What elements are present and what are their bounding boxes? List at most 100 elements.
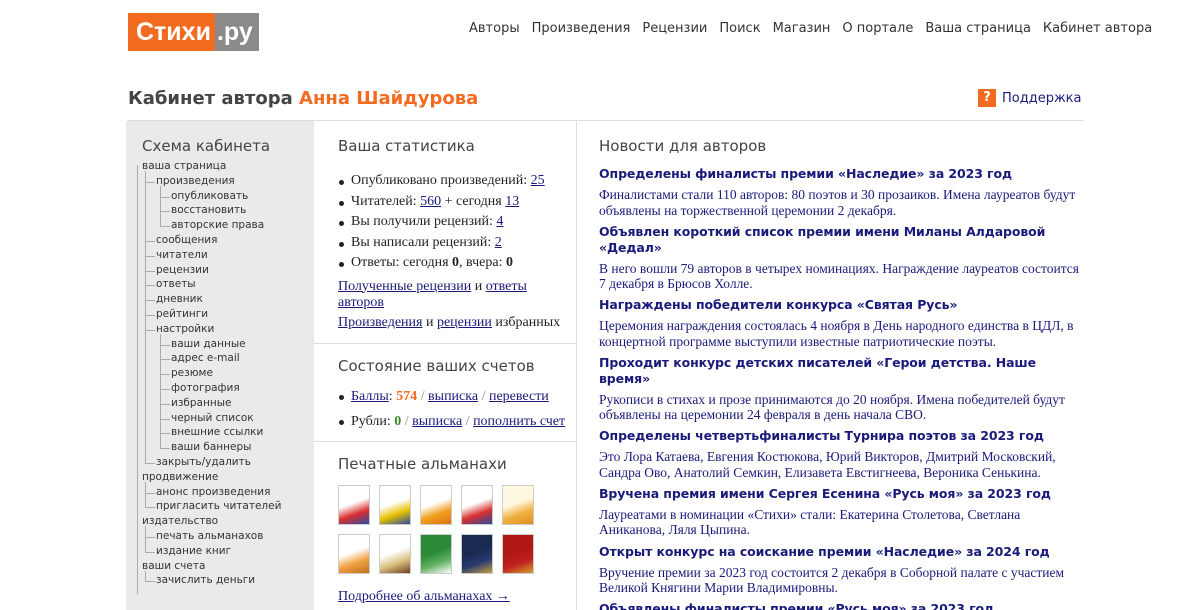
- tree-connector: [145, 536, 155, 538]
- almanac-cover[interactable]: [461, 485, 493, 525]
- almanac-cover[interactable]: [420, 534, 452, 574]
- schema-item[interactable]: избранные: [142, 396, 281, 411]
- schema-item[interactable]: издание книг: [142, 544, 281, 559]
- points-link[interactable]: Баллы: [351, 389, 389, 404]
- tree-connector: [145, 314, 155, 316]
- news-item-title[interactable]: Проходит конкурс детских писателей «Геро…: [599, 355, 1079, 387]
- stats-column: Ваша статистика Опубликовано произведени…: [314, 121, 577, 610]
- schema-item[interactable]: адрес e-mail: [142, 351, 281, 366]
- almanacs-title: Печатные альманахи: [338, 455, 507, 473]
- schema-item[interactable]: внешние ссылки: [142, 425, 281, 440]
- site-logo[interactable]: Стихи .ру: [128, 13, 259, 51]
- nav-item[interactable]: Кабинет автора: [1043, 21, 1152, 36]
- schema-item[interactable]: резюме: [142, 366, 281, 381]
- published-count-link[interactable]: 25: [531, 173, 545, 188]
- schema-item[interactable]: сообщения: [142, 233, 281, 248]
- schema-item[interactable]: продвижение: [142, 470, 281, 485]
- schema-item[interactable]: рейтинги: [142, 307, 281, 322]
- news-list: Определены финалисты премии «Наследие» з…: [599, 166, 1079, 610]
- schema-item[interactable]: ваши счета: [142, 559, 281, 574]
- rubles-row: Рубли: 0 / выписка / пополнить счет: [338, 409, 573, 434]
- points-transfer-link[interactable]: перевести: [489, 389, 549, 404]
- divider: [314, 441, 576, 442]
- schema-item[interactable]: издательство: [142, 514, 281, 529]
- stat-readers: Читателей: 560 + сегодня 13: [338, 192, 573, 213]
- nav-item[interactable]: Магазин: [773, 21, 831, 36]
- news-item-title[interactable]: Определены четвертьфиналисты Турнира поэ…: [599, 428, 1079, 444]
- tree-connector: [145, 329, 155, 331]
- tree-guide-line: [145, 526, 146, 552]
- favorite-reviews-link[interactable]: рецензии: [437, 315, 492, 330]
- news-item: Награждены победители конкурса «Святая Р…: [599, 297, 1079, 349]
- schema-title: Схема кабинета: [142, 137, 271, 155]
- tree-guide-line: [137, 165, 138, 595]
- schema-item[interactable]: ваши данные: [142, 337, 281, 352]
- schema-item[interactable]: анонс произведения: [142, 485, 281, 500]
- nav-item[interactable]: Ваша страница: [925, 21, 1031, 36]
- almanac-cover[interactable]: [379, 534, 411, 574]
- schema-item[interactable]: пригласить читателей: [142, 499, 281, 514]
- points-statement-link[interactable]: выписка: [428, 389, 478, 404]
- news-item-text: Церемония награждения состоялась 4 ноябр…: [599, 318, 1074, 349]
- news-item-text: Вручение премии за 2023 год состоится 2 …: [599, 564, 1065, 596]
- received-reviews-page-link[interactable]: Полученные рецензии: [338, 279, 471, 294]
- stats-title: Ваша статистика: [338, 137, 475, 155]
- schema-item[interactable]: рецензии: [142, 263, 281, 278]
- schema-item[interactable]: авторские права: [142, 218, 281, 233]
- tree-connector: [145, 551, 155, 553]
- schema-item[interactable]: черный список: [142, 411, 281, 426]
- schema-item[interactable]: ваши баннеры: [142, 440, 281, 455]
- author-name[interactable]: Анна Шайдурова: [299, 88, 478, 109]
- news-item-title[interactable]: Объявлен короткий список премии имени Ми…: [599, 224, 1079, 256]
- divider: [314, 343, 576, 344]
- schema-item[interactable]: ваша страница: [142, 159, 281, 174]
- almanacs-more-link[interactable]: Подробнее об альманахах →: [338, 589, 573, 605]
- almanac-cover[interactable]: [420, 485, 452, 525]
- schema-item[interactable]: произведения: [142, 174, 281, 189]
- schema-item[interactable]: печать альманахов: [142, 529, 281, 544]
- readers-today-link[interactable]: 13: [505, 194, 519, 209]
- news-item-title[interactable]: Награждены победители конкурса «Святая Р…: [599, 297, 1079, 313]
- schema-item[interactable]: восстановить: [142, 203, 281, 218]
- reviews-links: Полученные рецензии и ответы авторов: [338, 278, 527, 310]
- news-item-title[interactable]: Определены финалисты премии «Наследие» з…: [599, 166, 1079, 182]
- favorite-works-link[interactable]: Произведения: [338, 315, 422, 330]
- schema-item[interactable]: зачислить деньги: [142, 573, 281, 588]
- news-item-title[interactable]: Открыт конкурс на соискание премии «Насл…: [599, 544, 1079, 560]
- readers-total-link[interactable]: 560: [420, 194, 441, 209]
- tree-connector: [145, 255, 155, 257]
- received-reviews-link[interactable]: 4: [496, 214, 503, 229]
- tree-guide-line: [160, 333, 161, 449]
- news-item-title[interactable]: Вручена премия имени Сергея Есенина «Рус…: [599, 486, 1079, 502]
- schema-item[interactable]: читатели: [142, 248, 281, 263]
- nav-item[interactable]: О портале: [842, 21, 913, 36]
- tree-connector: [145, 300, 155, 302]
- schema-item[interactable]: закрыть/удалить: [142, 455, 281, 470]
- tree-connector: [145, 285, 155, 287]
- rubles-statement-link[interactable]: выписка: [412, 414, 462, 429]
- nav-item[interactable]: Авторы: [469, 21, 520, 36]
- schema-item[interactable]: дневник: [142, 292, 281, 307]
- schema-item[interactable]: фотография: [142, 381, 281, 396]
- top-up-link[interactable]: пополнить счет: [473, 414, 565, 429]
- almanac-cover[interactable]: [338, 485, 370, 525]
- stat-received-reviews: Вы получили рецензий: 4: [338, 212, 573, 233]
- almanac-cover[interactable]: [338, 534, 370, 574]
- almanac-cover[interactable]: [461, 534, 493, 574]
- tree-connector: [160, 388, 170, 390]
- written-reviews-link[interactable]: 2: [495, 235, 502, 250]
- almanac-cover[interactable]: [379, 485, 411, 525]
- nav-item[interactable]: Рецензии: [642, 21, 707, 36]
- news-item: Проходит конкурс детских писателей «Геро…: [599, 355, 1079, 423]
- tree-connector: [160, 374, 170, 376]
- news-item-title[interactable]: Объявлены финалисты премии «Русь моя» за…: [599, 601, 1079, 610]
- support-link[interactable]: ? Поддержка: [978, 89, 1082, 107]
- nav-item[interactable]: Поиск: [719, 21, 760, 36]
- schema-item[interactable]: настройки: [142, 322, 281, 337]
- cabinet-schema-sidebar: Схема кабинета ваша страница произведения…: [126, 121, 314, 610]
- almanac-cover[interactable]: [502, 534, 534, 574]
- almanac-cover[interactable]: [502, 485, 534, 525]
- nav-item[interactable]: Произведения: [532, 21, 631, 36]
- schema-item[interactable]: ответы: [142, 277, 281, 292]
- schema-item[interactable]: опубликовать: [142, 189, 281, 204]
